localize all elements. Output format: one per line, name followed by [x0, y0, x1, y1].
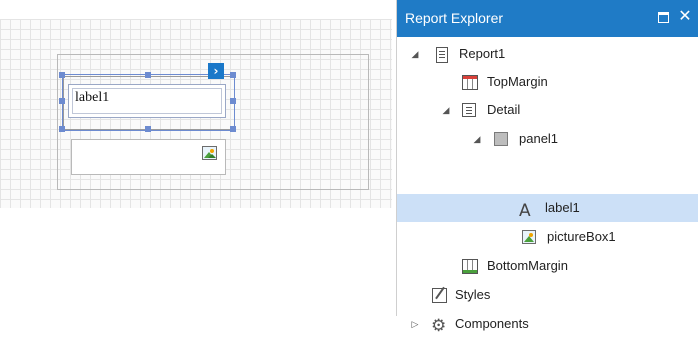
resize-handle-left[interactable]: [59, 98, 65, 104]
panel-icon: [493, 131, 509, 147]
bottom-margin-icon: [461, 258, 478, 274]
tree-node-components[interactable]: ▷ ⚙ Components: [397, 310, 698, 338]
detail-band-icon: [461, 102, 477, 118]
tree-node-detail[interactable]: ◢ Detail: [397, 96, 698, 124]
tree-node-report1[interactable]: ◢ Report1: [397, 40, 698, 68]
tree-node-label1[interactable]: A label1: [397, 194, 698, 222]
tree-node-label: panel1: [519, 131, 559, 146]
report-explorer-titlebar: Report Explorer ✕: [397, 0, 698, 37]
top-margin-icon: [461, 74, 478, 90]
expand-arrow-icon[interactable]: ◢: [410, 40, 420, 68]
tree-node-styles[interactable]: Styles: [397, 281, 698, 309]
resize-handle-top-right[interactable]: [230, 72, 236, 78]
tree-node-label: BottomMargin: [487, 258, 568, 273]
picturebox1-control[interactable]: [71, 139, 226, 175]
resize-handle-bottom-left[interactable]: [59, 126, 65, 132]
expand-arrow-icon[interactable]: ◢: [441, 96, 451, 124]
report-explorer-panel: Report Explorer ✕ ◢ Report1 TopMargin ◢ …: [396, 0, 698, 336]
resize-handle-top[interactable]: [145, 72, 151, 78]
expand-arrow-icon[interactable]: ◢: [472, 125, 482, 153]
tree-node-label: TopMargin: [487, 74, 548, 89]
gear-icon: ⚙: [431, 316, 447, 336]
report-design-surface[interactable]: label1 ›: [0, 0, 392, 316]
tree-node-topmargin[interactable]: TopMargin: [397, 68, 698, 96]
tree-node-label: Styles: [455, 287, 491, 302]
collapse-arrow-icon[interactable]: ▷: [410, 310, 420, 338]
tree-node-label: pictureBox1: [547, 229, 616, 244]
label1-control[interactable]: label1: [68, 84, 226, 118]
tree-node-picturebox1[interactable]: pictureBox1: [397, 223, 698, 251]
report-icon: [433, 46, 449, 63]
resize-handle-bottom-right[interactable]: [230, 126, 236, 132]
resize-handle-bottom[interactable]: [145, 126, 151, 132]
tree-node-label: label1: [545, 200, 580, 215]
tree-node-label: Detail: [487, 102, 521, 117]
tree-node-panel1[interactable]: ◢ panel1: [397, 125, 698, 153]
tree-node-bottommargin[interactable]: BottomMargin: [397, 252, 698, 280]
picture-icon: [202, 146, 217, 160]
resize-handle-top-left[interactable]: [59, 72, 65, 78]
tree-node-label: Report1: [459, 46, 506, 61]
label-icon: A: [519, 201, 531, 221]
styles-icon: [431, 287, 447, 303]
close-icon[interactable]: ✕: [678, 9, 692, 25]
maximize-icon[interactable]: [656, 10, 670, 24]
label1-text: label1: [72, 88, 222, 114]
picture-box-icon: [521, 229, 537, 245]
tree-node-label: Components: [455, 316, 529, 331]
report-explorer-title: Report Explorer: [405, 10, 504, 26]
resize-handle-right[interactable]: [230, 98, 236, 104]
smart-tag-button[interactable]: ›: [208, 63, 224, 79]
